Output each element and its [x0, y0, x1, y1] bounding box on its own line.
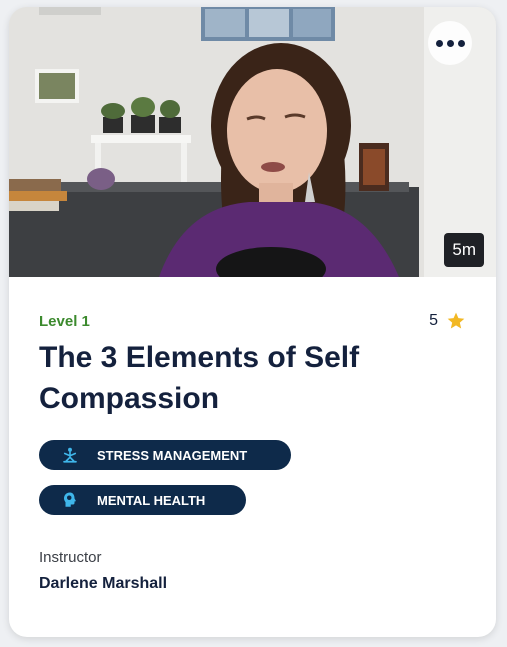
tag-label: STRESS MANAGEMENT — [97, 447, 248, 463]
instructor-video-frame — [9, 7, 496, 277]
tag-stress-management[interactable]: STRESS MANAGEMENT — [39, 440, 291, 470]
course-level: Level 1 — [39, 313, 90, 330]
more-dot-icon — [457, 39, 465, 47]
instructor-name[interactable]: Darlene Marshall — [39, 575, 167, 593]
course-rating: 5 — [429, 311, 466, 331]
tag-mental-health[interactable]: MENTAL HEALTH — [39, 485, 246, 515]
more-options-button[interactable] — [428, 21, 472, 65]
duration-badge: 5m — [444, 233, 484, 267]
head-brain-icon — [64, 492, 76, 507]
instructor-label: Instructor — [39, 549, 102, 566]
more-dot-icon — [446, 39, 454, 47]
star-icon — [447, 312, 465, 329]
tag-label: MENTAL HEALTH — [97, 492, 206, 508]
course-video-thumbnail[interactable]: 5m — [9, 7, 496, 277]
course-title: The 3 Elements of Self Compassion — [39, 341, 360, 415]
person-lotus-icon — [63, 447, 77, 463]
more-dot-icon — [435, 39, 443, 47]
rating-value: 5 — [429, 312, 438, 329]
course-card[interactable]: 5m Level 1 5 The 3 Elements of Self Comp… — [9, 7, 496, 637]
